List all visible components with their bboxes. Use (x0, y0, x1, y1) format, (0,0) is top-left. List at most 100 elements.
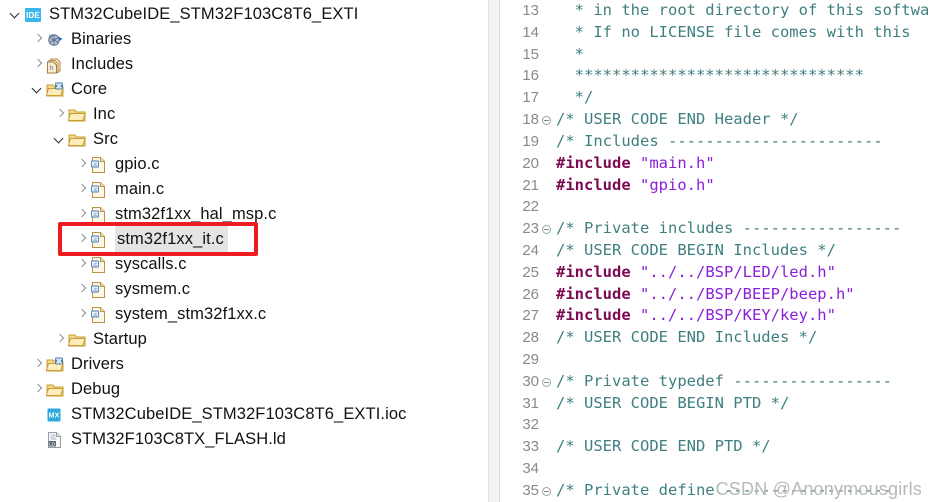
code-line[interactable]: 31 /* USER CODE BEGIN PTD */ (500, 393, 940, 415)
tree-item-includes[interactable]: h Includes (0, 52, 488, 77)
tree-item-binaries[interactable]: 10 Binaries (0, 27, 488, 52)
chevron-right-icon[interactable] (30, 52, 46, 77)
chevron-right-icon[interactable] (74, 252, 90, 277)
code-line[interactable]: 22 (500, 196, 940, 218)
chevron-right-icon[interactable] (74, 277, 90, 302)
token-cmt: /* Private includes ----------------- (556, 219, 902, 238)
code-line[interactable]: 32 (500, 414, 940, 436)
tree-item-label: Debug (71, 380, 121, 398)
token-cmt: /* USER CODE END Includes */ (556, 328, 818, 347)
code-line[interactable]: 29 (500, 349, 940, 371)
token-pp: #include (556, 262, 640, 281)
svg-text:h: h (50, 66, 53, 72)
tree-item-label: Includes (71, 55, 134, 73)
code-line[interactable]: 27 #include "../../BSP/KEY/key.h" (500, 305, 940, 327)
line-number: 30 (522, 372, 539, 390)
tree-item-stm32f1xx-it-c[interactable]: .c stm32f1xx_it.c (0, 226, 488, 253)
code-line[interactable]: 21 #include "gpio.h" (500, 175, 940, 197)
chevron-right-icon[interactable] (30, 352, 46, 377)
code-line[interactable]: 23 /* Private includes ----------------- (500, 218, 940, 240)
svg-text:MX: MX (49, 412, 60, 419)
chevron-right-icon[interactable] (74, 202, 90, 227)
tree-item-stm32cubeide-stm32f103c8t6-exti[interactable]: IDE STM32CubeIDE_STM32F103C8T6_EXTI (0, 2, 488, 27)
code-line[interactable]: 33 /* USER CODE END PTD */ (500, 436, 940, 458)
tree-item-label: STM32CubeIDE_STM32F103C8T6_EXTI (49, 5, 359, 23)
code-line[interactable]: 35 /* Private define ------------------ (500, 480, 940, 502)
fold-collapse-icon[interactable] (540, 480, 554, 502)
fold-collapse-icon[interactable] (540, 109, 554, 131)
tree-item-main-c[interactable]: .c main.c (0, 177, 488, 202)
tree-item-inc[interactable]: Inc (0, 102, 488, 127)
chevron-right-icon[interactable] (30, 27, 46, 52)
code-line[interactable]: 28 /* USER CODE END Includes */ (500, 327, 940, 349)
source-folder-icon (46, 356, 66, 374)
code-line[interactable]: 25 #include "../../BSP/LED/led.h" (500, 262, 940, 284)
svg-text:10: 10 (49, 33, 54, 38)
code-line[interactable]: 24 /* USER CODE BEGIN Includes */ (500, 240, 940, 262)
code-lines[interactable]: 13 * in the root directory of this softw… (500, 0, 940, 502)
chevron-down-icon[interactable] (52, 127, 68, 152)
code-line[interactable]: 30 /* Private typedef ----------------- (500, 371, 940, 393)
tree-item-syscalls-c[interactable]: .c syscalls.c (0, 252, 488, 277)
tree-item-debug[interactable]: Debug (0, 377, 488, 402)
code-line[interactable]: 17 */ (500, 87, 940, 109)
code-line[interactable]: 16 ******************************* (500, 65, 940, 87)
tree-item-label: Core (71, 80, 108, 98)
code-text: #include "gpio.h" (554, 175, 940, 197)
chevron-down-icon[interactable] (30, 77, 46, 102)
chevron-right-icon[interactable] (74, 152, 90, 177)
code-line[interactable]: 26 #include "../../BSP/BEEP/beep.h" (500, 284, 940, 306)
tree-item-stm32f1xx-hal-msp-c[interactable]: .c stm32f1xx_hal_msp.c (0, 202, 488, 227)
code-line[interactable]: 20 #include "main.h" (500, 153, 940, 175)
folder-icon (68, 331, 88, 349)
code-text: /* Includes ----------------------- (554, 131, 940, 153)
ld-file-icon: LD (46, 431, 66, 449)
token-str: "../../BSP/LED/led.h" (640, 262, 836, 281)
code-line[interactable]: 13 * in the root directory of this softw… (500, 0, 940, 22)
code-line[interactable]: 14 * If no LICENSE file comes with this (500, 22, 940, 44)
chevron-right-icon[interactable] (74, 227, 90, 252)
project-tree[interactable]: IDE STM32CubeIDE_STM32F103C8T6_EXTI 10 Bina… (0, 0, 488, 452)
token-pp: #include (556, 306, 640, 325)
chevron-right-icon[interactable] (52, 102, 68, 127)
chevron-down-icon[interactable] (8, 2, 24, 27)
chevron-right-icon[interactable] (30, 377, 46, 402)
code-text: /* Private includes ----------------- (554, 218, 940, 240)
tree-item-stm32cubeide-stm32f103c8t6-exti-ioc[interactable]: MX STM32CubeIDE_STM32F103C8T6_EXTI.ioc (0, 402, 488, 427)
line-number: 25 (522, 263, 539, 281)
panel-splitter[interactable] (488, 0, 500, 502)
tree-item-startup[interactable]: Startup (0, 327, 488, 352)
tree-item-stm32f103c8tx-flash-ld[interactable]: LD STM32F103C8TX_FLASH.ld (0, 427, 488, 452)
code-editor-panel[interactable]: 13 * in the root directory of this softw… (500, 0, 940, 502)
code-line[interactable]: 18 /* USER CODE END Header */ (500, 109, 940, 131)
tree-item-label: STM32F103C8TX_FLASH.ld (71, 430, 286, 448)
svg-text:.c: .c (93, 312, 98, 318)
tree-item-gpio-c[interactable]: .c gpio.c (0, 152, 488, 177)
fold-collapse-icon[interactable] (540, 218, 554, 240)
code-text: * in the root directory of this softwa (554, 0, 940, 22)
tree-item-core[interactable]: Core (0, 77, 488, 102)
fold-collapse-icon[interactable] (540, 371, 554, 393)
line-number: 29 (522, 351, 539, 368)
tree-item-system-stm32f1xx-c[interactable]: .c system_stm32f1xx.c (0, 302, 488, 327)
token-cmt: * (556, 44, 584, 63)
code-text: /* USER CODE BEGIN Includes */ (554, 240, 940, 262)
code-line[interactable]: 15 * (500, 44, 940, 66)
tree-item-label: stm32f1xx_it.c (115, 226, 228, 253)
chevron-right-icon[interactable] (74, 302, 90, 327)
tree-item-sysmem-c[interactable]: .c sysmem.c (0, 277, 488, 302)
code-line[interactable]: 19 /* Includes ----------------------- (500, 131, 940, 153)
code-line[interactable]: 34 (500, 458, 940, 480)
project-explorer-panel[interactable]: IDE STM32CubeIDE_STM32F103C8T6_EXTI 10 Bina… (0, 0, 488, 502)
tree-item-drivers[interactable]: Drivers (0, 352, 488, 377)
tree-item-src[interactable]: Src (0, 127, 488, 152)
folder-icon (68, 106, 88, 124)
chevron-right-icon[interactable] (52, 327, 68, 352)
chevron-right-icon[interactable] (74, 177, 90, 202)
